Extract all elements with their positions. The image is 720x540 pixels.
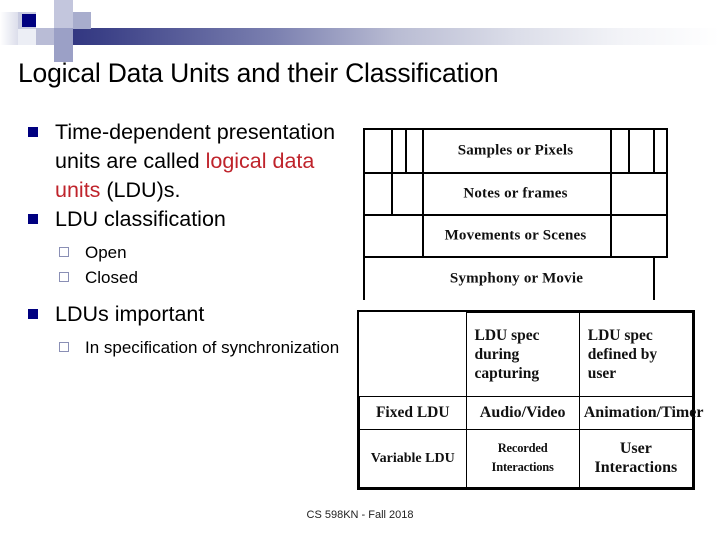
sub-bullet-open: Open [55, 241, 356, 266]
matrix-rowlabel-fixed-ldu: Fixed LDU [359, 396, 467, 430]
sub-bullet-open-label: Open [85, 243, 127, 262]
deco-square-navy [22, 14, 36, 27]
deco-square-8 [73, 12, 91, 29]
sub-bullet-marker-hollow-square-icon [59, 271, 69, 282]
sub-bullet-marker-hollow-square-icon [59, 342, 69, 352]
matrix-rowlabel-variable-ldu: Variable LDU [359, 428, 467, 489]
sub-bullet-closed-label: Closed [85, 267, 138, 287]
bullet-marker-square-icon [28, 214, 38, 224]
deco-square-9 [36, 12, 54, 28]
deco-square-3 [18, 29, 36, 45]
sub-bullet-marker-hollow-square-icon [59, 247, 69, 257]
hierarchy-row-samples-label: Samples or Pixels [457, 142, 574, 159]
slide-header-decoration [0, 0, 720, 62]
bullet-item-ldu-classification: LDU classification [26, 205, 356, 234]
hierarchy-row-movements-label: Movements or Scenes [444, 227, 587, 244]
matrix-header-capturing: LDU spec during capturing [465, 311, 580, 398]
bullet3-label: LDUs important [55, 302, 205, 326]
sub-bullet-closed: Closed [55, 266, 356, 291]
bullet-marker-square-icon [28, 309, 38, 319]
matrix-corner-cell [359, 312, 467, 398]
hierarchy-row-samples: Samples or Pixels [365, 128, 668, 172]
hierarchy-row-notes: Notes or frames [365, 172, 668, 214]
header-gradient-band [45, 28, 720, 45]
matrix-cell-animation-timer: Animation/Timer [578, 396, 703, 430]
bullet-item-ldus-important: LDUs important [26, 300, 356, 329]
slide-title: Logical Data Units and their Classificat… [18, 58, 499, 88]
deco-square-1 [0, 12, 18, 45]
bullet-item-time-dependent: Time-dependent presentation units are ca… [26, 118, 356, 205]
bullet2-label: LDU classification [55, 207, 226, 231]
sub-bullet-in-specification-label: In specification of synchronization [85, 338, 340, 357]
slide-footer: CS 598KN - Fall 2018 [306, 509, 414, 521]
hierarchy-row-movements: Movements or Scenes [365, 214, 668, 256]
matrix-cell-audio-video: Audio/Video [465, 396, 580, 430]
matrix-cell-recorded-interactions: Recorded Interactions [465, 428, 580, 489]
figure-ldu-hierarchy: Samples or Pixels Notes or frames Moveme… [363, 128, 668, 300]
deco-square-5 [54, 0, 73, 28]
slide-body-content: Time-dependent presentation units are ca… [26, 118, 356, 361]
deco-square-4 [36, 28, 54, 45]
ldu-matrix-table: LDU spec during capturing LDU spec defin… [359, 311, 703, 489]
bullet1-text-after: (LDU)s. [100, 178, 181, 202]
table-row: Variable LDU Recorded Interactions User … [359, 428, 694, 489]
figure-ldu-matrix: LDU spec during capturing LDU spec defin… [357, 310, 703, 490]
matrix-cell-user-interactions: User Interactions [578, 428, 694, 489]
sub-bullet-in-specification: In specification of synchronization [55, 336, 356, 361]
deco-square-6 [54, 28, 73, 45]
hierarchy-row-symphony: Symphony or Movie [365, 256, 668, 300]
table-row: Fixed LDU Audio/Video Animation/Timer [359, 396, 703, 430]
bullet-marker-square-icon [28, 127, 38, 137]
hierarchy-row-notes-label: Notes or frames [463, 185, 568, 202]
hierarchy-row-symphony-label: Symphony or Movie [449, 270, 584, 287]
table-row-header: LDU spec during capturing LDU spec defin… [359, 311, 694, 398]
matrix-header-user-defined: LDU spec defined by user [578, 311, 694, 398]
